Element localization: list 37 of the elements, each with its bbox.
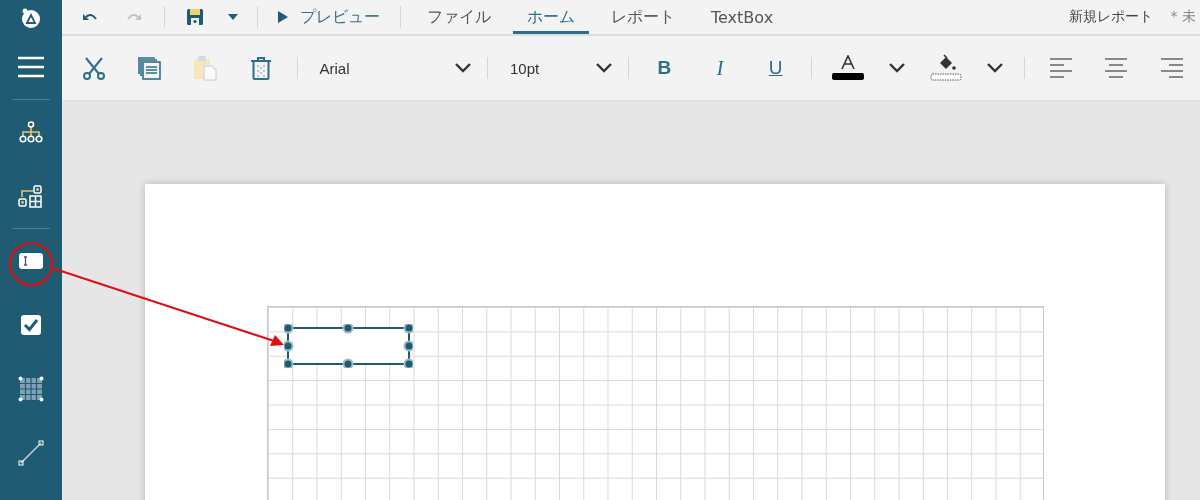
- textbox-icon[interactable]: [18, 252, 44, 270]
- save-icon[interactable]: [186, 8, 204, 26]
- copy-icon[interactable]: [137, 56, 162, 80]
- align-right-icon[interactable]: [1160, 57, 1185, 79]
- textbox-element[interactable]: [284, 324, 413, 368]
- ribbon-tab[interactable]: レポート: [597, 0, 689, 34]
- font-size-dropdown[interactable]: 10pt: [495, 48, 620, 88]
- app-logo-icon: [20, 6, 42, 29]
- font-color-icon[interactable]: [831, 55, 866, 81]
- preview-button[interactable]: プレビュー: [266, 0, 392, 34]
- chevron-down-icon: [593, 62, 614, 74]
- bold-button[interactable]: B: [636, 46, 693, 90]
- annotation-circle: [8, 241, 54, 287]
- checkbox-icon[interactable]: [20, 314, 42, 336]
- chevron-down-icon: [984, 62, 1005, 74]
- italic-button[interactable]: I: [692, 46, 748, 90]
- cut-icon[interactable]: [81, 56, 106, 80]
- ribbon-tab[interactable]: ファイル: [413, 0, 505, 34]
- fill-color-icon[interactable]: [930, 54, 963, 82]
- components-icon[interactable]: [18, 183, 44, 209]
- tree-icon[interactable]: [18, 121, 44, 143]
- align-center-icon[interactable]: [1104, 57, 1129, 79]
- chevron-down-icon: [453, 62, 473, 74]
- underline-button[interactable]: U: [747, 46, 804, 90]
- align-left-icon[interactable]: [1048, 57, 1073, 79]
- undo-icon[interactable]: [82, 11, 98, 23]
- table-icon[interactable]: [18, 376, 44, 402]
- caret-icon[interactable]: [228, 14, 238, 20]
- delete-icon[interactable]: [249, 56, 272, 80]
- play-icon: [278, 11, 288, 23]
- ribbon-tab[interactable]: TextBox: [697, 0, 788, 34]
- document-title: 新規レポート: [1068, 8, 1153, 26]
- menu-icon[interactable]: [17, 56, 45, 78]
- chevron-down-icon: [887, 62, 908, 74]
- line-icon[interactable]: [18, 440, 44, 466]
- font-dropdown[interactable]: Arial: [305, 48, 479, 88]
- save-status: * 未: [1170, 8, 1196, 26]
